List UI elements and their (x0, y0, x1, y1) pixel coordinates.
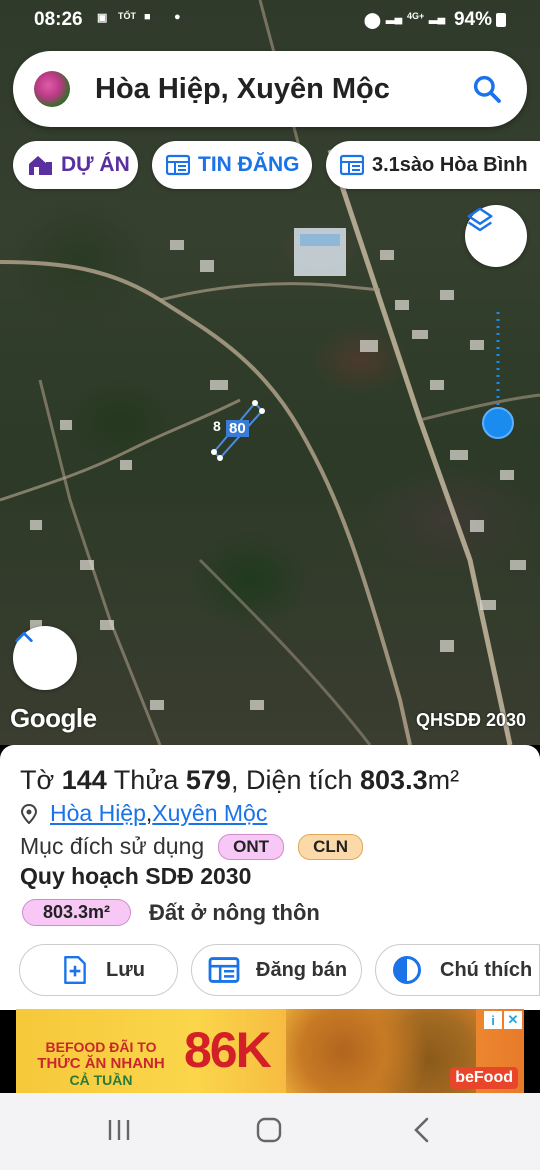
ad-brand-line-2: THỨC ĂN NHANH (37, 1055, 165, 1072)
legend-button[interactable]: Chú thích (375, 944, 540, 996)
ad-close-icon[interactable]: ✕ (504, 1011, 522, 1029)
home-icon[interactable] (256, 1117, 282, 1143)
save-button[interactable]: Lưu (19, 944, 178, 996)
plot-number: 579 (185, 765, 231, 795)
planning-area-badge: 803.3m² (22, 899, 132, 926)
parcel-info-panel: Tờ 144 Thửa 579, Diện tích 803.3m² Hòa H… (0, 745, 540, 1010)
carrier-badge: TỐT (118, 11, 136, 21)
video-icon: ■ (144, 11, 151, 23)
planning-detail: 803.3m² Đất ở nông thôn (22, 899, 320, 926)
legend-label: Chú thích (440, 958, 533, 981)
ad-price: 86K (184, 1022, 272, 1078)
network-type: 4G+ (407, 11, 425, 21)
area-value: 803.3 (360, 765, 428, 795)
area-prefix: , Diện tích (230, 765, 361, 795)
ad-logo: beFood (450, 1067, 518, 1089)
purpose-tag-cln[interactable]: CLN (298, 833, 364, 860)
parcel-location: Hòa Hiệp, Xuyên Mộc (20, 800, 267, 827)
my-location-dot[interactable] (482, 407, 514, 439)
location-pin-icon: ⬤ (364, 12, 381, 29)
parcel-summary: Tờ 144 Thửa 579, Diện tích 803.3m² (20, 765, 459, 796)
system-nav-bar (0, 1093, 540, 1170)
add-file-icon (64, 955, 86, 985)
save-label: Lưu (106, 958, 145, 981)
planning-overlay-label: QHSDĐ 2030 (415, 710, 526, 730)
back-icon[interactable] (410, 1117, 434, 1143)
search-icon[interactable] (471, 73, 503, 105)
chip-tin-dang[interactable]: TIN ĐĂNG (152, 141, 312, 189)
ad-info-icon[interactable]: i (484, 1011, 502, 1029)
recent-apps-icon[interactable] (106, 1117, 132, 1143)
location-pin-icon (20, 803, 38, 824)
post-sale-button[interactable]: Đăng bán (191, 944, 362, 996)
purpose-label: Mục đích sử dụng (20, 833, 205, 859)
ad-food-image (286, 1009, 476, 1093)
dot-icon: ● (174, 11, 181, 23)
ad-brand-line-3: CẢ TUẦN (69, 1072, 133, 1088)
ad-brand-block: BEFOOD ĐÃI TO THỨC ĂN NHANH CẢ TUẦN (26, 1017, 176, 1093)
plot-prefix: Thửa (106, 765, 186, 795)
signal-bars-icon: ▂▄ (429, 12, 446, 24)
status-bar: 08:26 ▣ TỐT ■ ● ⬤ ▂▄ 4G+ ▂▄ 94% (0, 0, 540, 40)
layers-button[interactable] (465, 205, 527, 267)
house-icon (29, 156, 52, 175)
app-logo-avatar[interactable] (34, 71, 70, 107)
chevron-up-icon (15, 631, 33, 643)
ad-banner[interactable]: BEFOOD ĐÃI TO THỨC ĂN NHANH CẢ TUẦN 86K … (16, 1009, 524, 1093)
purpose-tag-ont[interactable]: ONT (218, 833, 285, 860)
ad-controls: i ✕ (484, 1011, 522, 1029)
newspaper-icon (208, 957, 240, 983)
chip-label: DỰ ÁN (61, 153, 130, 176)
ad-brand-line-1: BEFOOD ĐÃI TO (45, 1039, 157, 1055)
chip-label: 3.1sào Hòa Bình (372, 153, 528, 176)
half-circle-icon (393, 956, 421, 984)
chip-saved-listing[interactable]: 3.1sào Hòa Bình (326, 141, 540, 189)
google-attribution: Google (10, 703, 97, 733)
land-use-purpose: Mục đích sử dụng ONT CLN (20, 833, 364, 860)
district-link[interactable]: Xuyên Mộc (152, 800, 267, 827)
layers-icon (467, 207, 493, 232)
sim-icon: ▣ (97, 12, 108, 24)
sheet-prefix: Tờ (20, 765, 62, 795)
parcel-number-prefix: 8 (213, 418, 221, 434)
battery-percent: 94% (453, 9, 492, 30)
search-bar[interactable]: Hòa Hiệp, Xuyên Mộc (13, 51, 527, 127)
area-unit: m² (427, 765, 460, 795)
signal-icon: ▂▄ (386, 12, 403, 24)
sheet-number: 144 (61, 765, 107, 795)
search-location-title[interactable]: Hòa Hiệp, Xuyên Mộc (95, 73, 390, 106)
status-time: 08:26 (34, 9, 83, 30)
chip-label: TIN ĐĂNG (198, 153, 300, 176)
post-sale-label: Đăng bán (256, 958, 348, 981)
parcel-number-label: 80 (226, 420, 249, 437)
planning-title: Quy hoạch SDĐ 2030 (20, 863, 252, 889)
planning-description: Đất ở nông thôn (149, 899, 320, 925)
commune-link[interactable]: Hòa Hiệp (50, 800, 146, 827)
newspaper-icon (340, 154, 364, 176)
battery-icon (496, 13, 506, 27)
chip-du-an[interactable]: DỰ ÁN (13, 141, 138, 189)
newspaper-icon (166, 154, 190, 176)
expand-up-button[interactable] (13, 626, 77, 690)
